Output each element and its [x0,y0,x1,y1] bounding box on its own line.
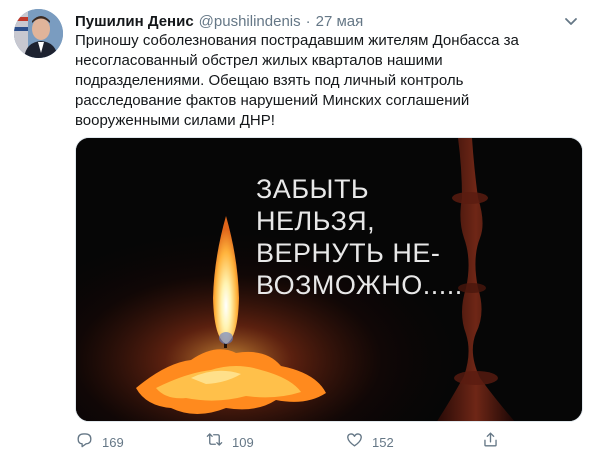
share-icon [481,430,500,454]
share-button[interactable] [481,430,500,454]
heart-icon [345,430,364,454]
tweet-text-line: подразделениями. Обещаю взять под личный… [75,72,464,89]
tweet-actions: 169 109 152 [75,430,505,454]
image-caption: ЗАБЫТЬ НЕЛЬЗЯ, ВЕРНУТЬ НЕ- ВОЗМОЖНО..... [256,173,463,301]
tweet-image[interactable]: ЗАБЫТЬ НЕЛЬЗЯ, ВЕРНУТЬ НЕ- ВОЗМОЖНО..... [75,137,583,422]
caption-line: НЕЛЬЗЯ, [256,206,376,236]
tweet-text-line: Приношу соболезнования пострадавшим жите… [75,32,519,49]
reply-count: 169 [102,434,124,450]
tweet-text: Приношу соболезнования пострадавшим жите… [75,31,545,131]
tweet-text-line: несогласованный обстрел жилых кварталов … [75,52,443,69]
tweet-text-line: вооруженными силами ДНР! [75,112,275,129]
tweet-date[interactable]: 27 мая [316,13,364,30]
retweet-icon [205,430,224,454]
reply-icon [75,430,94,454]
like-count: 152 [372,434,394,450]
reply-button[interactable]: 169 [75,430,124,454]
retweet-button[interactable]: 109 [205,430,254,454]
tweet: Пушилин Денис @pushilindenis · 27 мая Пр… [0,0,597,462]
author-name[interactable]: Пушилин Денис [75,13,194,30]
retweet-count: 109 [232,434,254,450]
tweet-text-line: расследование фактов нарушений Минских с… [75,92,470,109]
caption-line: ВОЗМОЖНО..... [256,270,463,300]
avatar[interactable] [14,9,63,58]
separator: · [305,12,311,30]
chevron-down-icon[interactable] [562,12,580,30]
caption-line: ЗАБЫТЬ [256,174,370,204]
caption-line: ВЕРНУТЬ НЕ- [256,238,441,268]
like-button[interactable]: 152 [345,430,394,454]
author-handle[interactable]: @pushilindenis [199,13,301,30]
tweet-header: Пушилин Денис @pushilindenis · 27 мая [75,10,580,32]
